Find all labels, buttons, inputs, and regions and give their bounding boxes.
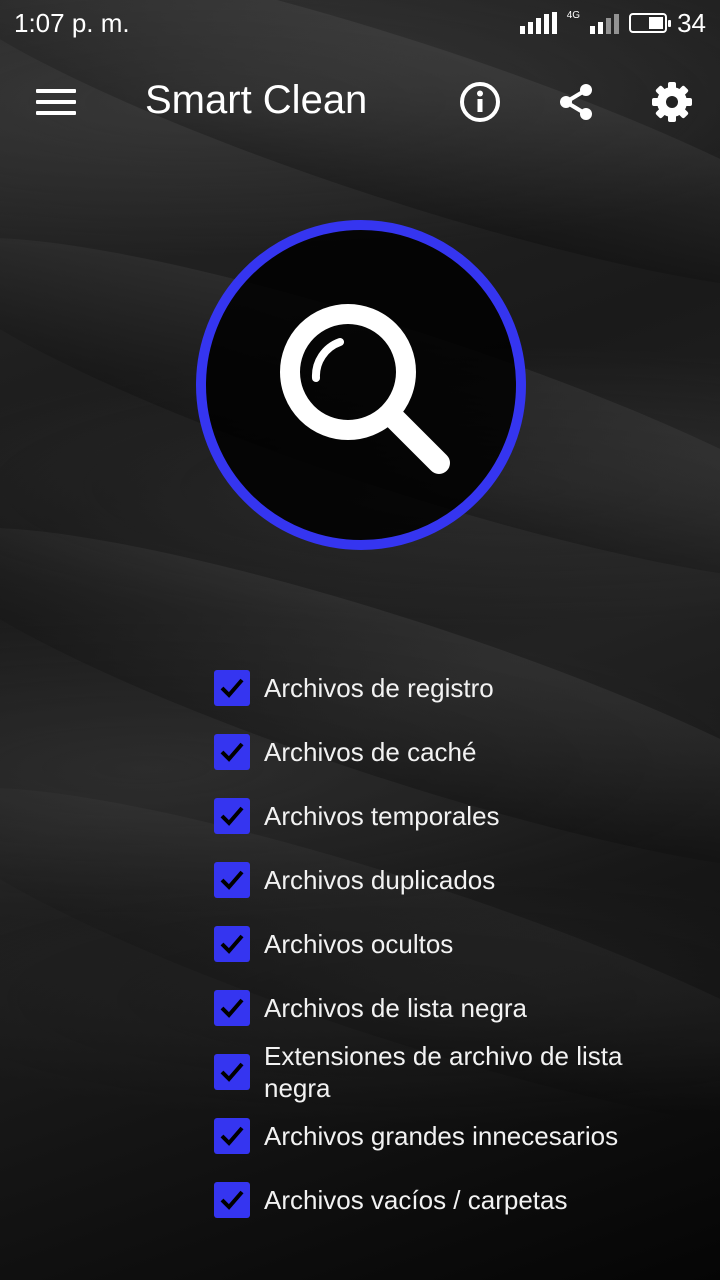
option-blacklist-extensions[interactable]: Extensiones de archivo de lista negra	[214, 1040, 694, 1104]
battery-level: 34	[677, 7, 706, 38]
option-log-files[interactable]: Archivos de registro	[214, 656, 694, 720]
check-icon	[220, 1126, 244, 1146]
option-label: Archivos temporales	[264, 801, 500, 831]
signal-icon	[519, 12, 557, 34]
check-icon	[220, 870, 244, 890]
search-icon	[280, 304, 450, 474]
battery-icon	[629, 13, 672, 33]
check-icon	[220, 998, 244, 1018]
option-empty-files-folders[interactable]: Archivos vacíos / carpetas	[214, 1168, 694, 1232]
check-icon	[220, 806, 244, 826]
option-cache-files[interactable]: Archivos de caché	[214, 720, 694, 784]
checkbox[interactable]	[214, 926, 250, 962]
checkbox[interactable]	[214, 862, 250, 898]
app-bar: Smart Clean	[0, 60, 720, 144]
checkbox[interactable]	[214, 1054, 250, 1090]
option-duplicate-files[interactable]: Archivos duplicados	[214, 848, 694, 912]
option-blacklist-files[interactable]: Archivos de lista negra	[214, 976, 694, 1040]
check-icon	[220, 678, 244, 698]
network-type: 4G	[566, 9, 581, 21]
option-label: Archivos de caché	[264, 737, 477, 767]
option-large-files[interactable]: Archivos grandes innecesarios	[214, 1104, 694, 1168]
option-label: Archivos duplicados	[264, 865, 496, 895]
checkbox[interactable]	[214, 990, 250, 1026]
option-label: Archivos de lista negra	[264, 993, 528, 1023]
clean-options-list: Archivos de registro Archivos de caché A…	[214, 656, 694, 1232]
menu-icon[interactable]	[36, 82, 76, 122]
option-hidden-files[interactable]: Archivos ocultos	[214, 912, 694, 976]
option-label: Archivos de registro	[264, 673, 494, 703]
checkbox[interactable]	[214, 798, 250, 834]
option-label: Archivos vacíos / carpetas	[264, 1185, 568, 1215]
signal-icon-secondary	[590, 12, 620, 34]
option-label: Archivos ocultos	[264, 929, 454, 959]
status-bar: 1:07 p. m. 4G 34	[0, 0, 720, 46]
checkbox[interactable]	[214, 1118, 250, 1154]
checkbox[interactable]	[214, 1182, 250, 1218]
share-icon[interactable]	[554, 80, 598, 124]
scan-button[interactable]	[196, 220, 526, 550]
settings-icon[interactable]	[650, 80, 694, 124]
status-time: 1:07 p. m.	[14, 7, 130, 38]
option-temp-files[interactable]: Archivos temporales	[214, 784, 694, 848]
check-icon	[220, 1190, 244, 1210]
check-icon	[220, 934, 244, 954]
checkbox[interactable]	[214, 734, 250, 770]
option-label: Archivos grandes innecesarios	[264, 1121, 619, 1151]
check-icon	[220, 742, 244, 762]
info-icon[interactable]	[458, 80, 502, 124]
check-icon	[220, 1062, 244, 1082]
app-title: Smart Clean	[145, 78, 368, 122]
checkbox[interactable]	[214, 670, 250, 706]
option-label: Extensiones de archivo de lista negra	[264, 1041, 623, 1103]
